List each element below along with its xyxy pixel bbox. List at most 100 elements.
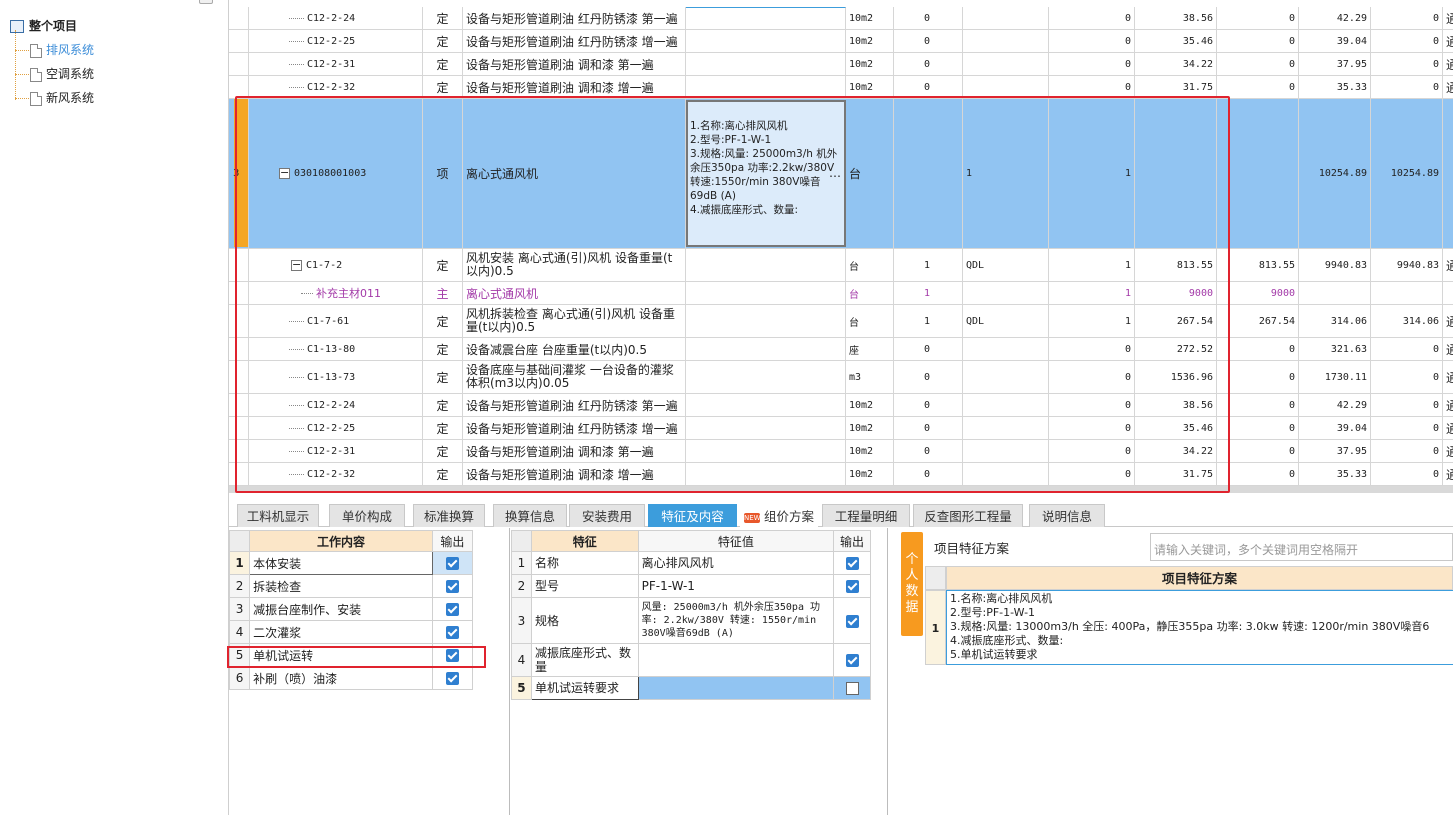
output-checkbox[interactable] [833,597,871,644]
tab-label: 安装费用 [581,509,632,524]
document-icon [30,67,42,82]
checkbox-icon [845,614,859,628]
output-checkbox[interactable] [833,676,871,700]
row-extra: 通 [1443,463,1453,485]
feature-value[interactable] [637,643,835,677]
checkbox-icon [845,682,859,695]
tab-install-fee[interactable]: 安装费用 [569,504,645,527]
checkbox-icon [845,580,859,593]
row-qty: 0 [894,30,963,52]
search-input[interactable]: 请输入关键词，多个关键词用空格隔开 [1150,533,1453,561]
feature-row[interactable]: 4 减振底座形式、数量 [511,643,871,677]
row-unit: 10m2 [846,7,894,29]
output-checkbox[interactable] [431,597,474,621]
output-checkbox[interactable] [431,574,474,598]
feature-value[interactable]: PF-1-W-1 [637,574,835,598]
work-content-row[interactable]: 6 补刷（喷）油漆 [228,666,474,690]
row-qty2: 0 [1049,53,1135,75]
document-icon [30,43,42,58]
work-content-row[interactable]: 3 减振台座制作、安装 [228,597,474,621]
row-price4: 0 [1371,76,1443,98]
tab-label: 单价构成 [341,509,392,524]
output-checkbox[interactable] [431,666,474,690]
scheme-cell[interactable]: 1.名称:离心排风风机 2.型号:PF-1-W-1 3.规格:风量: 13000m3… [946,590,1453,665]
row-extra: 通 [1443,249,1453,281]
checkbox-icon [845,654,859,667]
feature-row[interactable]: 1 名称 离心排风风机 [511,551,871,575]
tab-quantity-detail[interactable]: 工程量明细 [822,504,910,527]
row-category: 定 [423,76,463,98]
row-code: C12-2-32 [307,81,356,93]
tree-root[interactable]: 整个项目 [10,15,77,37]
row-price3: 37.95 [1299,53,1371,75]
tree-item-label: 排风系统 [46,43,95,57]
row-extra: 通 [1443,361,1453,393]
collapse-button[interactable] [199,0,213,4]
tree-item-ac[interactable]: 空调系统 [30,63,94,85]
tab-description[interactable]: 说明信息 [1029,504,1105,527]
app-window: 整个项目 排风系统 空调系统 新风系统 C12-2-24 定 设备与矩形管道刷油… [0,0,1453,815]
row-price4: 0 [1371,440,1443,462]
row-qdl [963,30,1049,52]
row-qty2: 0 [1049,76,1135,98]
work-content-row[interactable]: 4 二次灌浆 [228,620,474,644]
row-extra: 通 [1443,305,1453,337]
tab-conversion-info[interactable]: 换算信息 [493,504,567,527]
row-number: 1 [511,551,532,575]
row-category: 定 [423,7,463,29]
tab-labor-material[interactable]: 工料机显示 [237,504,319,527]
row-extra: 通 [1443,338,1453,360]
row-price3: 42.29 [1299,7,1371,29]
row-qty2: 0 [1049,7,1135,29]
feature-value[interactable]: 风量: 25000m3/h 机外余压350pa 功率: 2.2kw/380V 转… [637,597,835,644]
pane-divider[interactable] [887,528,888,815]
table-row[interactable]: C12-2-24 定 设备与矩形管道刷油 红丹防锈漆 第一遍 10m2 0 0 … [229,7,1453,30]
tree-item-exhaust[interactable]: 排风系统 [30,39,94,61]
feature-label: 减振底座形式、数量 [530,643,639,677]
row-code: C12-2-31 [307,58,356,70]
table-row[interactable]: C12-2-31 定 设备与矩形管道刷油 调和漆 第一遍 10m2 0 0 34… [229,53,1453,76]
feature-label: 型号 [530,574,639,598]
table-row[interactable]: C12-2-25 定 设备与矩形管道刷油 红丹防锈漆 增一遍 10m2 0 0 … [229,30,1453,53]
work-content-row[interactable]: 2 拆装检查 [228,574,474,598]
row-price4: 9940.83 [1371,249,1443,281]
output-checkbox[interactable] [431,620,474,644]
tab-standard-conversion[interactable]: 标准换算 [413,504,485,527]
row-name: 设备与矩形管道刷油 红丹防锈漆 第一遍 [463,7,686,29]
row-qty: 0 [894,7,963,29]
row-price4: 0 [1371,361,1443,393]
feature-value[interactable]: 离心排风风机 [637,551,835,575]
row-price3 [1299,282,1371,304]
output-checkbox[interactable] [833,574,871,598]
output-header: 输出 [431,530,474,552]
row-qdl [963,7,1049,29]
row-price2: 0 [1217,53,1299,75]
row-extra: 通 [1443,417,1453,439]
row-price2: 0 [1217,7,1299,29]
output-checkbox[interactable] [833,551,871,575]
row-extra: 通 [1443,440,1453,462]
row-qty: 0 [894,53,963,75]
personal-data-tab[interactable]: 个人数据 [901,532,923,636]
tab-unit-price[interactable]: 单价构成 [329,504,405,527]
tree-item-freshair[interactable]: 新风系统 [30,87,94,109]
row-price1: 38.56 [1135,7,1217,29]
row-price4: 0 [1371,30,1443,52]
feature-row[interactable]: 2 型号 PF-1-W-1 [511,574,871,598]
pane-divider[interactable] [509,528,510,815]
tab-pricing-plan[interactable]: NEW 组价方案 [740,504,818,527]
tab-features[interactable]: 特征及内容 [648,504,737,527]
row-number: 3 [511,597,532,644]
row-extra: 通 [1443,30,1453,52]
feature-row[interactable]: 5 单机试运转要求 [511,676,871,700]
output-checkbox[interactable] [833,643,871,677]
checkbox-icon [845,557,859,570]
row-price4: 0 [1371,338,1443,360]
feature-value[interactable] [637,676,835,700]
row-price3: 37.95 [1299,440,1371,462]
output-checkbox[interactable] [431,551,474,575]
tab-reverse-lookup[interactable]: 反查图形工程量 [913,504,1023,527]
project-tree: 整个项目 排风系统 空调系统 新风系统 [0,0,229,815]
feature-row[interactable]: 3 规格 风量: 25000m3/h 机外余压350pa 功率: 2.2kw/380… [511,597,871,644]
work-content-row[interactable]: 1 本体安装 [228,551,474,575]
